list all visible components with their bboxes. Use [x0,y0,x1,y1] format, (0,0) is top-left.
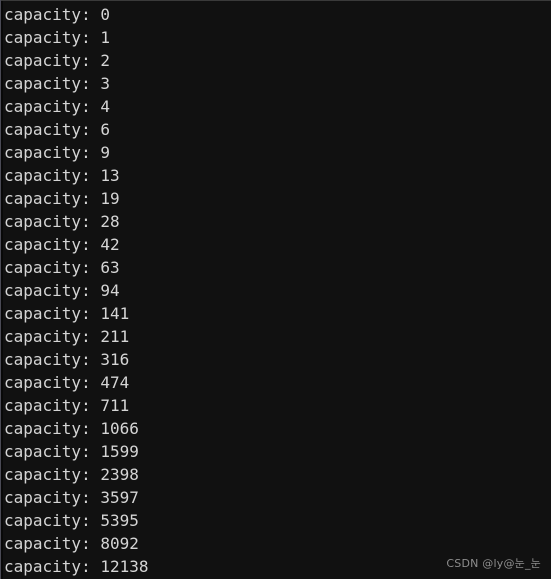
console-line: capacity: 9 [4,143,110,162]
console-line: capacity: 13 [4,166,120,185]
console-line: capacity: 0 [4,5,110,24]
console-line: capacity: 6 [4,120,110,139]
console-line: capacity: 2398 [4,465,139,484]
console-line: capacity: 5395 [4,511,139,530]
console-line: capacity: 8092 [4,534,139,553]
console-line: capacity: 2 [4,51,110,70]
window-left-inner-border [1,1,3,579]
console-line: capacity: 711 [4,396,130,415]
console-line: capacity: 211 [4,327,130,346]
console-line: capacity: 141 [4,304,130,323]
console-line: capacity: 1 [4,28,110,47]
csdn-watermark: CSDN @ly@눈_눈 [446,557,541,570]
console-output[interactable]: capacity: 0 capacity: 1 capacity: 2 capacit… [4,3,551,579]
console-line: capacity: 316 [4,350,130,369]
console-line: capacity: 1066 [4,419,139,438]
console-line: capacity: 4 [4,97,110,116]
console-line: capacity: 94 [4,281,120,300]
terminal-window[interactable]: capacity: 0 capacity: 1 capacity: 2 capacit… [0,0,551,579]
console-line: capacity: 42 [4,235,120,254]
window-left-border [0,0,1,579]
console-line: capacity: 28 [4,212,120,231]
window-top-border [0,0,551,1]
console-line: capacity: 63 [4,258,120,277]
console-line: capacity: 3 [4,74,110,93]
console-line: capacity: 19 [4,189,120,208]
console-line: capacity: 1599 [4,442,139,461]
console-line: capacity: 474 [4,373,130,392]
console-line: capacity: 3597 [4,488,139,507]
